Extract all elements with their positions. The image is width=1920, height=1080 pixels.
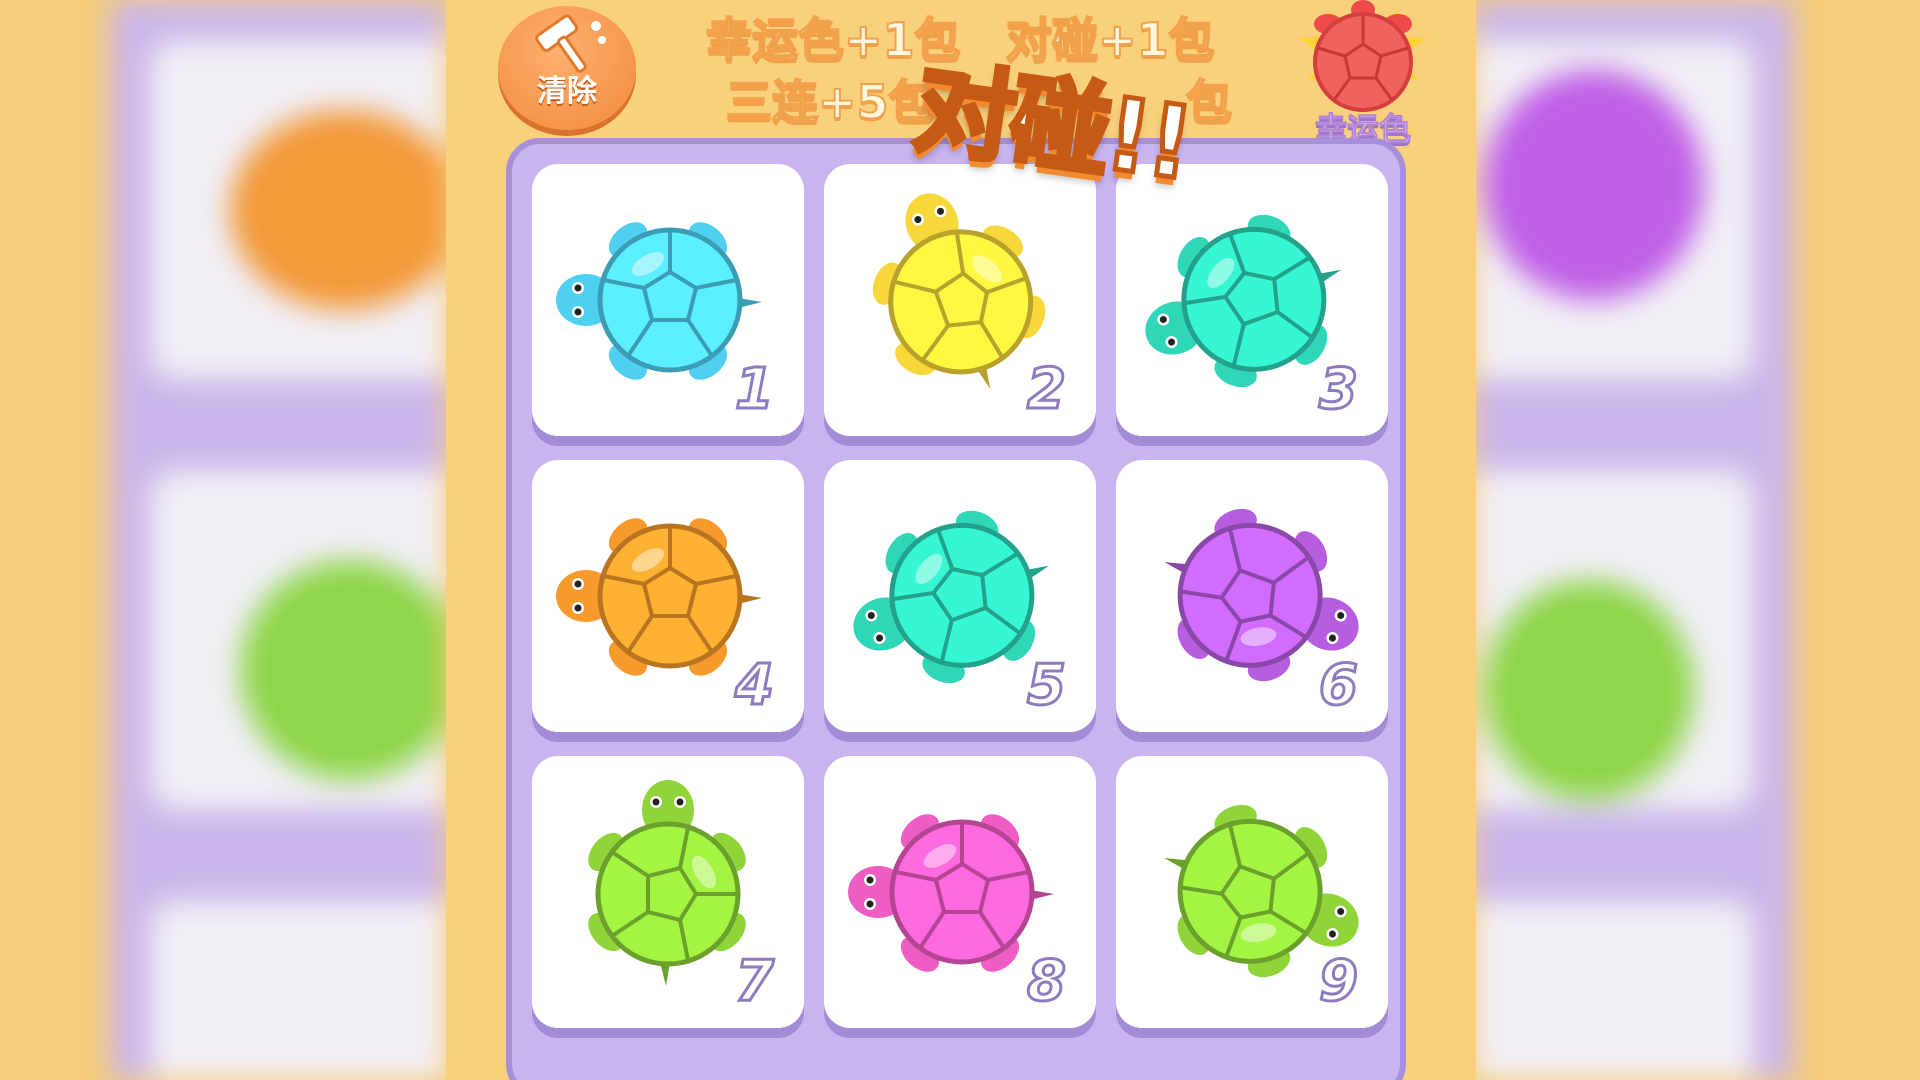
lucky-turtle-icon [1298,0,1428,112]
tile-5[interactable]: 5 [824,460,1096,732]
tile-number: 1 [734,356,776,424]
tile-number: 2 [1026,356,1068,424]
tile-6[interactable]: 6 [1116,460,1388,732]
tile-number: 3 [1318,356,1360,424]
tile-1[interactable]: 1 [532,164,804,436]
clear-button[interactable]: 清除 [498,6,636,130]
game-board: 1 2 3 4 5 6 7 8 9 [506,138,1406,1080]
tile-3[interactable]: 3 [1116,164,1388,436]
tile-7[interactable]: 7 [532,756,804,1028]
lucky-color-indicator: 幸运色 [1288,0,1438,150]
tile-number: 4 [734,652,776,720]
game-screen: 清除 幸运色+1包 对碰+1包 三连+5包 包 幸运色 1 2 3 4 5 6 … [446,0,1476,1080]
tile-number: 7 [734,948,776,1016]
background-right [1474,0,1920,1080]
tile-number: 5 [1026,652,1068,720]
tile-number: 8 [1026,948,1068,1016]
clear-button-label: 清除 [537,74,597,109]
rule-triple: 三连+5包 [725,74,936,130]
tile-9[interactable]: 9 [1116,756,1388,1028]
background-left [0,0,446,1080]
tile-number: 9 [1318,948,1360,1016]
tile-2[interactable]: 2 [824,164,1096,436]
tile-4[interactable]: 4 [532,460,804,732]
tile-number: 6 [1318,652,1360,720]
tile-8[interactable]: 8 [824,756,1096,1028]
